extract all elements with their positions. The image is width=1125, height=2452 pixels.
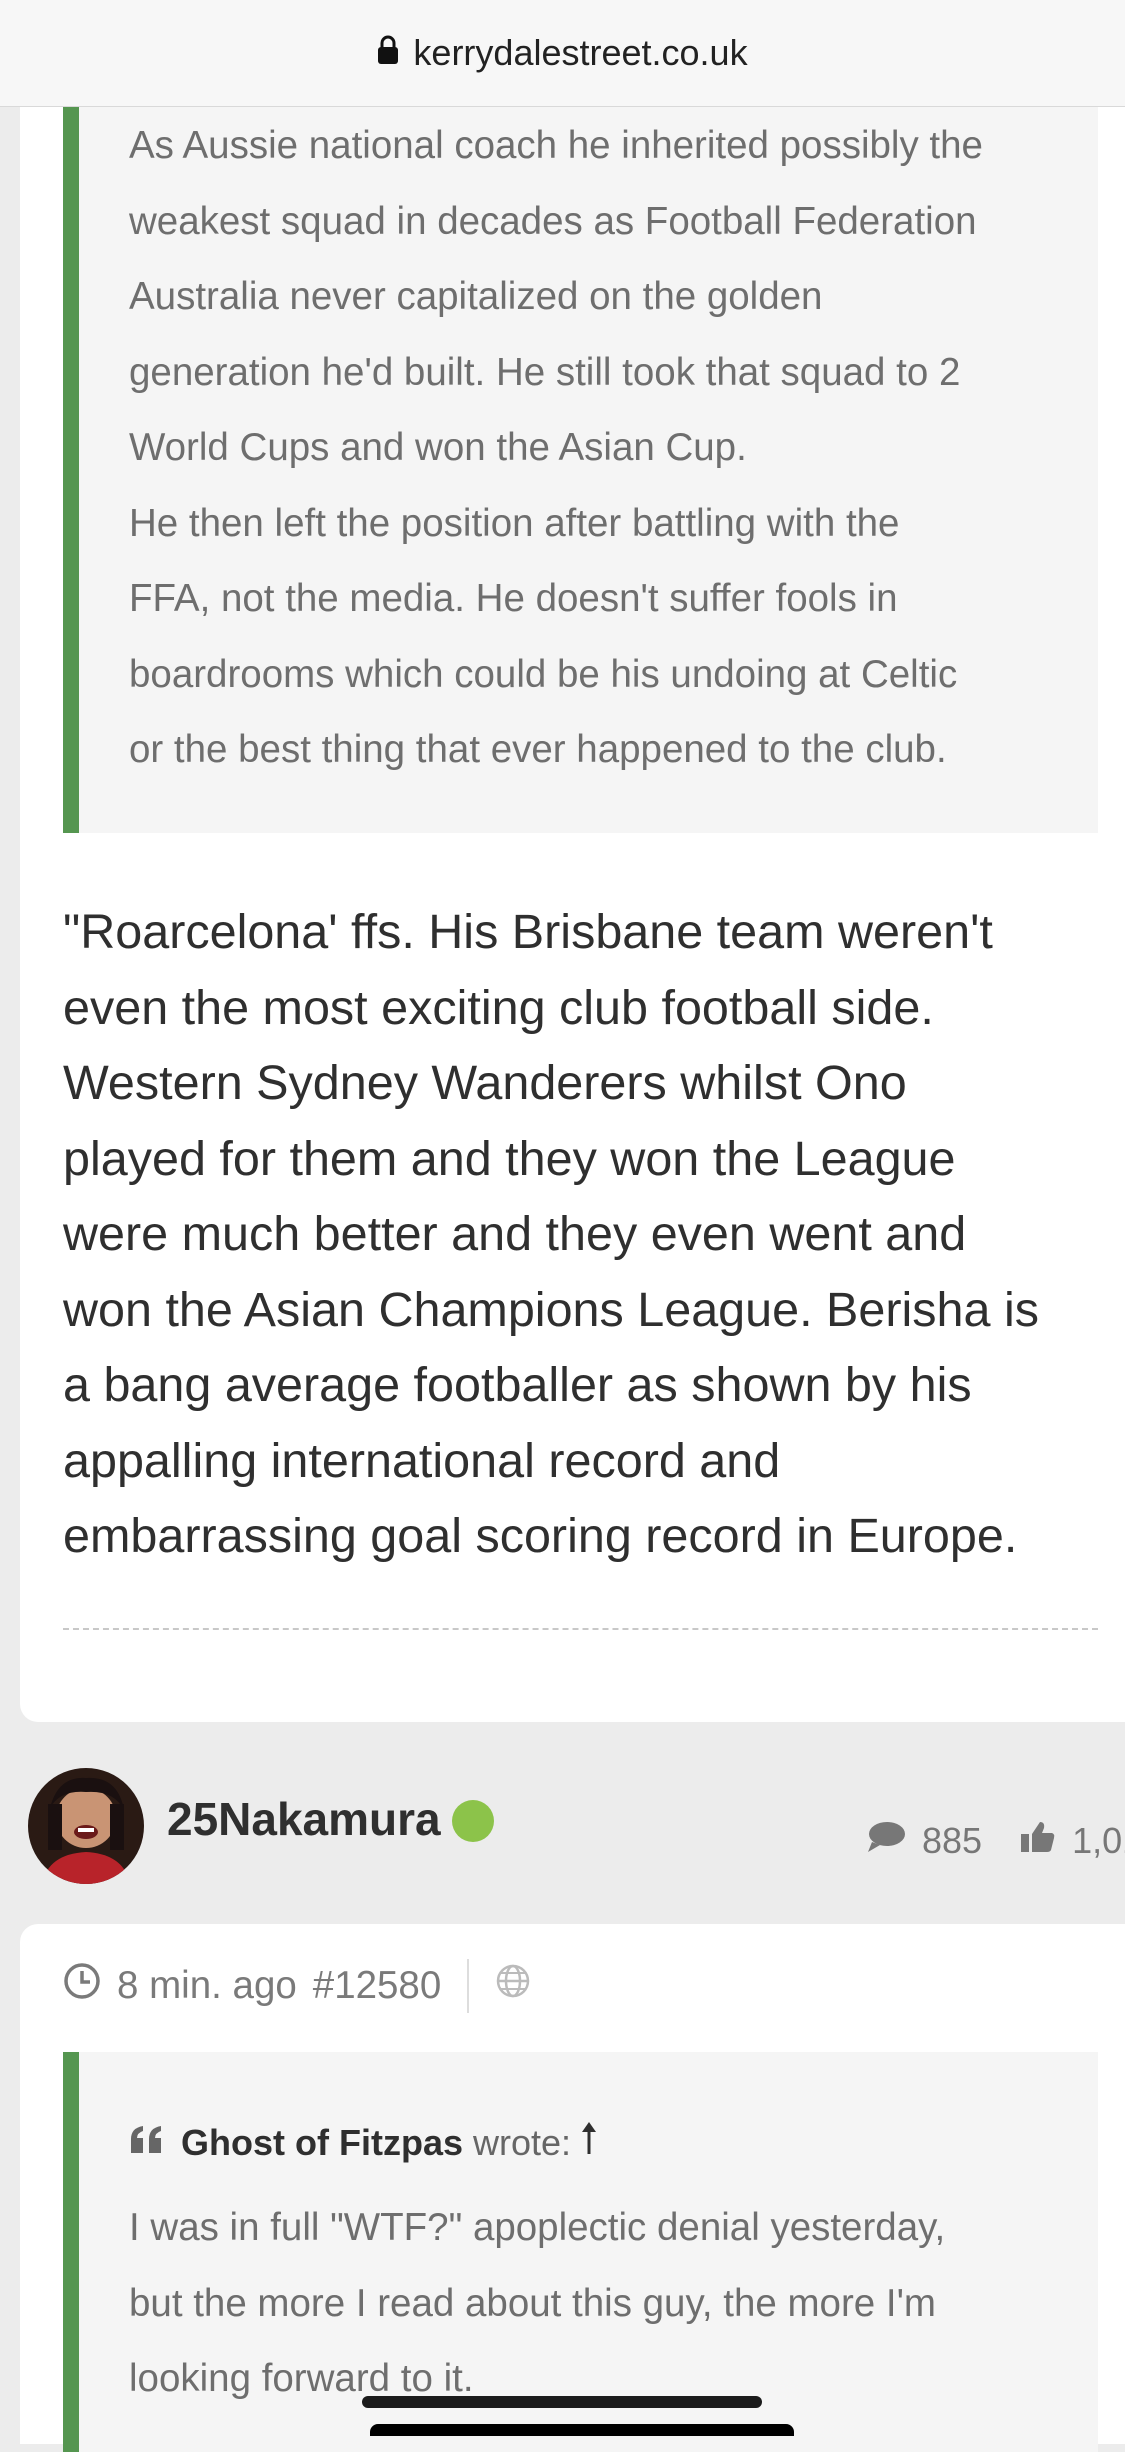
avatar[interactable] [28,1768,144,1884]
quote-text: I was in full "WTF?" apoplectic denial y… [129,2206,946,2400]
thumbs-up-icon [1020,1820,1056,1863]
quote-author[interactable]: Ghost of Fitzpas [181,2122,463,2164]
meta-separator [467,1959,470,2013]
home-indicator[interactable] [362,2396,762,2408]
user-stats: 885 1,01 [866,1818,1125,1863]
online-status-indicator [452,1800,494,1842]
post-meta: 8 min. ago #12580 [63,1946,531,2026]
username[interactable]: 25Nakamura [167,1792,441,1846]
wrote-label: wrote: [473,2121,572,2163]
quote-icon [129,2122,165,2164]
posts-count: 885 [922,1820,983,1862]
globe-icon [495,1963,531,2009]
post-id[interactable]: #12580 [313,1964,441,2008]
comment-icon [866,1820,906,1863]
quote-header: Ghost of Fitzpas wrote: [129,2120,599,2165]
quote-block: As Aussie national coach he inherited po… [63,0,1098,833]
url-text: kerrydalestreet.co.uk [413,32,748,73]
post-body: "Roarcelona' ffs. His Brisbane team were… [63,905,1039,1563]
arrow-up-icon[interactable] [579,2120,599,2165]
bottom-bar [370,2424,794,2436]
post-divider [63,1628,1098,1630]
quote-block: Ghost of Fitzpas wrote: I was in full "W… [63,2052,1098,2452]
address-bar[interactable]: kerrydalestreet.co.uk [0,0,1125,107]
likes-count: 1,01 [1072,1820,1125,1862]
lock-icon [377,32,399,74]
post-time: 8 min. ago [117,1964,297,2007]
quote-text: As Aussie national coach he inherited po… [129,124,983,771]
clock-icon [63,1962,101,2010]
